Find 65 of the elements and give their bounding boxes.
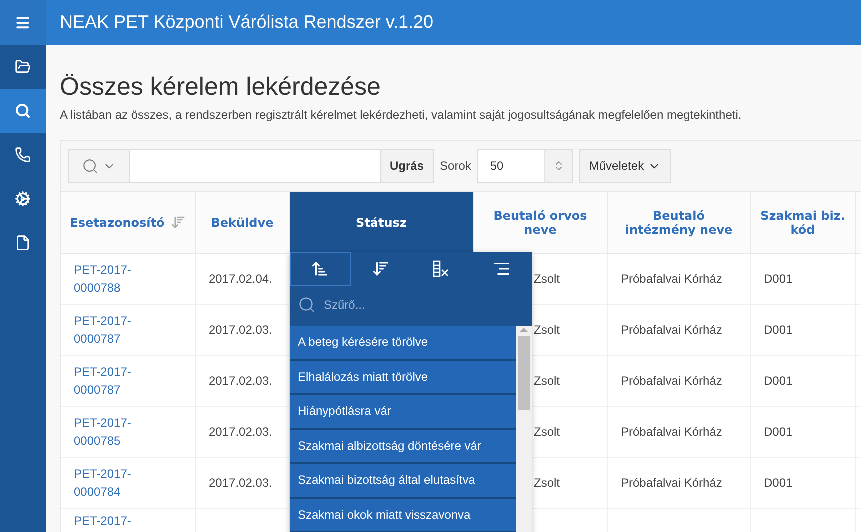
filter-option[interactable]: Elhalálozás miatt törölve xyxy=(290,360,516,395)
filter-option[interactable]: Szakmai bizottság által elutasítva xyxy=(290,464,516,498)
table-cell-text: D001 xyxy=(764,475,793,492)
case-id-link[interactable]: PET-2017-0000785 xyxy=(74,414,134,450)
table-cell-text: 2017.02.03. xyxy=(209,322,272,339)
table-cell-text: D001 xyxy=(764,322,793,339)
menu-button[interactable] xyxy=(0,0,46,45)
column-header[interactable]: Státusz xyxy=(290,192,474,254)
scrollbar[interactable] xyxy=(516,326,532,532)
filter-option[interactable]: Szakmai albizottság döntésére vár xyxy=(290,430,516,464)
case-id-link[interactable]: PET-2017-0000787 xyxy=(74,312,134,348)
filter-field[interactable]: Szűrő... xyxy=(322,297,502,313)
table-cell-text: 2017.02.04. xyxy=(209,271,272,288)
table-cell-text: Zsolt xyxy=(534,373,560,390)
menu-action-button[interactable] xyxy=(290,252,350,286)
table-cell-text: Zsolt xyxy=(534,475,560,492)
case-id-link[interactable]: PET-2017-0000787 xyxy=(74,363,134,399)
table-cell-text: D001 xyxy=(764,373,793,390)
gears-icon xyxy=(15,191,31,207)
column-header[interactable]: Esetazonosító xyxy=(61,192,196,254)
search-icon xyxy=(15,103,31,119)
filter-option[interactable]: Hiánypótlásra vár xyxy=(290,395,516,430)
column-header[interactable]: Beküldve xyxy=(196,192,290,254)
actions-button[interactable]: Műveletek xyxy=(579,149,672,183)
table-cell-text: 2017.02.03. xyxy=(209,424,272,441)
case-id-link[interactable]: PET-2017-0000784 xyxy=(74,465,134,501)
sort-icon xyxy=(170,215,186,230)
filter-option[interactable]: A beteg kérésére törölve xyxy=(290,326,516,360)
column-header[interactable]: Szakmai biz. kód xyxy=(751,192,856,254)
search-column-button[interactable] xyxy=(68,149,130,183)
table-cell-text: Próbafalvai Kórház xyxy=(621,271,722,288)
hide-column-icon xyxy=(432,260,450,278)
lines-icon xyxy=(492,260,511,278)
table-cell-text: Próbafalvai Kórház xyxy=(621,424,722,441)
column-header[interactable]: Beutaló intézmény neve xyxy=(608,192,751,254)
table-cell-text: Próbafalvai Kórház xyxy=(621,475,722,492)
file-icon xyxy=(15,235,31,251)
go-button[interactable]: Ugrás xyxy=(380,149,434,183)
case-id-link[interactable]: PET-2017- xyxy=(74,512,134,530)
search-icon xyxy=(82,158,99,174)
search-icon xyxy=(298,296,316,314)
table-cell-text: 2017.02.03. xyxy=(209,373,272,390)
sort-ascending-icon xyxy=(311,260,330,278)
telephone-icon xyxy=(15,147,31,163)
column-header[interactable]: Beutaló orvos neve xyxy=(474,192,608,254)
table-cell-text: Próbafalvai Kórház xyxy=(621,373,722,390)
rows-label: Sorok xyxy=(440,159,472,173)
case-id-link[interactable]: PET-2017-0000788 xyxy=(74,261,134,297)
search-field[interactable] xyxy=(130,149,380,183)
table-cell-text: Próbafalvai Kórház xyxy=(621,322,722,339)
table-cell-text: D001 xyxy=(764,271,793,288)
page-title: Összes kérelem lekérdezése xyxy=(60,73,382,102)
app-title: NEAK PET Központi Várólista Rendszer v.1.20 xyxy=(60,12,434,33)
folder-icon xyxy=(15,59,31,75)
table-cell-text: D001 xyxy=(764,424,793,441)
menu-icon xyxy=(15,14,31,30)
table-cell-text: 2017.02.03. xyxy=(209,475,272,492)
page-description: A listában az összes, a rendszerben regisztrált kérelmet lekérdezheti, valamint saját jogosultságának megfelelően megtekintheti. xyxy=(60,108,743,122)
nav-item[interactable] xyxy=(0,89,46,133)
sort-descending-icon xyxy=(372,260,390,278)
table-cell-text: Zsolt xyxy=(534,424,560,441)
filter-option[interactable]: Szakmai okok miatt visszavonva xyxy=(290,498,516,532)
table-cell-text: Zsolt xyxy=(534,271,560,288)
table-cell-text: Zsolt xyxy=(534,322,560,339)
rows-select[interactable]: 50 xyxy=(477,149,574,183)
